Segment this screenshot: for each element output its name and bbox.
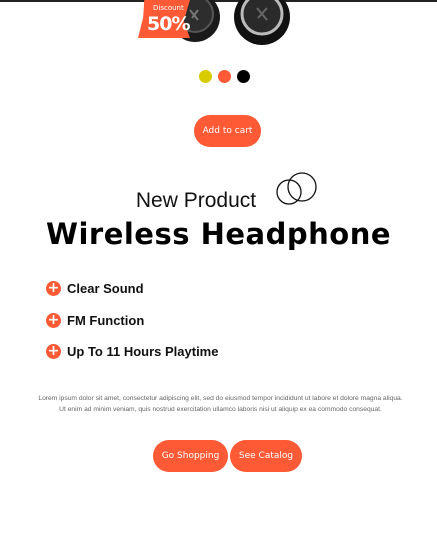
product-title: Wireless Headphone	[45, 217, 392, 251]
add-to-cart-button[interactable]: Add to cart	[194, 115, 261, 147]
description-line: Lorem ipsum dolor sit amet, consectetur …	[38, 395, 403, 402]
feature-label: Up To 11 Hours Playtime	[67, 344, 219, 359]
plus-circle-icon: +	[46, 280, 61, 296]
description-line: Ut enim ad minim veniam, quis nostrud ex…	[59, 406, 382, 413]
see-catalog-button[interactable]: See Catalog	[230, 440, 302, 472]
plus-circle-icon: +	[46, 343, 61, 359]
feature-label: FM Function	[67, 313, 145, 328]
color-swatch-yellow[interactable]	[199, 70, 212, 83]
color-swatch-black[interactable]	[237, 70, 250, 83]
go-shopping-button[interactable]: Go Shopping	[153, 440, 228, 472]
feature-label: Clear Sound	[67, 281, 144, 296]
discount-value: 50%	[147, 13, 190, 35]
new-product-subtitle: New Product	[135, 189, 257, 212]
product-description: Lorem ipsum dolor sit amet, consectetur …	[4, 393, 437, 415]
rings-icon	[276, 172, 317, 205]
plus-circle-icon: +	[46, 312, 61, 328]
discount-label: Discount	[153, 4, 184, 12]
color-swatch-orange[interactable]	[218, 70, 231, 83]
